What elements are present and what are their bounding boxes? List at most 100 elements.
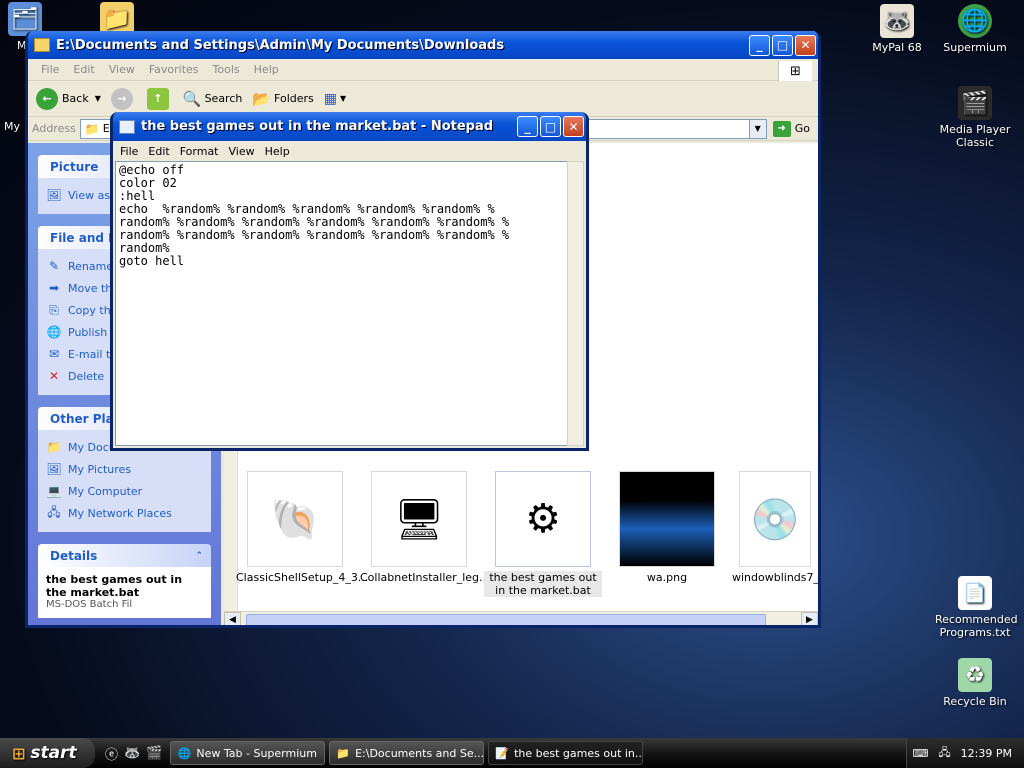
scroll-right-chevron-icon[interactable]: ▶ xyxy=(801,611,818,625)
back-button[interactable]: ← Back ▼ xyxy=(36,87,101,110)
explorer-menubar: File Edit View Favorites Tools Help xyxy=(28,59,818,81)
notepad-icon: 📝 xyxy=(495,746,510,760)
network-icon[interactable]: 🖧 xyxy=(938,744,950,763)
up-folder-icon: ↑ xyxy=(146,87,169,110)
address-dropdown-chevron-icon[interactable]: ▼ xyxy=(748,119,766,138)
details-panel: Details ⌃ the best games out in the mark… xyxy=(38,544,211,618)
desktop-icon-mypal[interactable]: 🦝 MyPal 68 xyxy=(857,4,937,54)
notepad-text-area[interactable]: @echo off color 02 :hell echo %random% %… xyxy=(115,161,570,446)
globe-icon: 🌐 xyxy=(46,325,62,339)
scroll-left-chevron-icon[interactable]: ◀ xyxy=(224,611,241,625)
rename-icon: ✎ xyxy=(48,259,60,273)
chevron-down-icon: ▼ xyxy=(340,94,347,103)
menu-help[interactable]: Help xyxy=(247,63,286,76)
desktop-icon-media-player-classic[interactable]: 🎬 Media Player Classic xyxy=(935,86,1015,149)
menu-tools[interactable]: Tools xyxy=(206,63,247,76)
menu-favorites[interactable]: Favorites xyxy=(142,63,206,76)
search-button[interactable]: 🔍 Search xyxy=(183,90,242,108)
menu-edit[interactable]: Edit xyxy=(66,63,101,76)
image-file-icon xyxy=(619,471,715,567)
media-player-classic-icon[interactable]: 🎬 xyxy=(146,746,162,761)
my-pictures-icon: 🖼 xyxy=(46,462,62,476)
supermium-icon: 🌐 xyxy=(958,4,992,38)
scrollbar-thumb[interactable] xyxy=(246,613,766,625)
folder-icon: 📁 xyxy=(84,121,100,136)
vertical-scrollbar[interactable] xyxy=(567,161,584,446)
views-button[interactable]: ▦ ▼ xyxy=(324,91,346,107)
search-icon: 🔍 xyxy=(182,89,202,108)
clock[interactable]: 12:39 PM xyxy=(961,747,1012,760)
menu-view[interactable]: View xyxy=(224,145,260,158)
notepad-menubar: File Edit Format View Help xyxy=(113,141,586,161)
my-pictures-link[interactable]: 🖼 My Pictures xyxy=(46,458,203,480)
my-documents-icon: 📁 xyxy=(46,440,62,454)
menu-help[interactable]: Help xyxy=(260,145,295,158)
back-arrow-icon: ← xyxy=(36,87,58,110)
recycle-bin-icon: ♻ xyxy=(958,658,992,692)
desktop-icon-recycle-bin[interactable]: ♻ Recycle Bin xyxy=(935,658,1015,708)
media-player-classic-icon: 🎬 xyxy=(958,86,992,120)
menu-format[interactable]: Format xyxy=(175,145,224,158)
explorer-title: E:\Documents and Settings\Admin\My Docum… xyxy=(56,37,505,53)
quick-launch: ⓔ 🦝 🎬 xyxy=(105,744,162,763)
browser-icon[interactable]: ⓔ xyxy=(105,744,118,763)
details-header[interactable]: Details ⌃ xyxy=(38,544,211,567)
file-item-selected[interactable]: ⚙ the best games out in the market.bat xyxy=(484,471,602,597)
text-file-icon: 📄 xyxy=(958,576,992,610)
forward-button[interactable]: → xyxy=(110,87,137,110)
close-button[interactable]: ✕ xyxy=(795,34,816,56)
folder-icon: 📁 xyxy=(336,746,351,760)
close-button[interactable]: ✕ xyxy=(563,116,584,137)
horizontal-scrollbar[interactable]: ◀ ▶ xyxy=(224,611,818,625)
my-computer-icon: 💻 xyxy=(46,484,62,498)
slideshow-icon: 🖼 xyxy=(46,188,62,202)
go-button[interactable]: ➜ Go xyxy=(772,120,810,137)
system-tray: ⌨ 🖧 12:39 PM xyxy=(906,738,1024,768)
file-item[interactable]: wa.png xyxy=(608,471,726,584)
taskbar-item-explorer[interactable]: 📁 E:\Documents and Se... xyxy=(329,741,485,765)
notepad-icon xyxy=(119,119,135,134)
notepad-title: the best games out in the market.bat - N… xyxy=(141,119,494,134)
minimize-button[interactable]: _ xyxy=(517,116,538,137)
file-item[interactable]: 🖥 CollabnetInstaller_leg... xyxy=(360,471,490,584)
menu-file[interactable]: File xyxy=(34,63,66,76)
taskbar-item-notepad[interactable]: 📝 the best games out in... xyxy=(488,741,644,765)
maximize-button[interactable]: □ xyxy=(772,34,793,56)
address-label: Address xyxy=(32,122,76,135)
file-item[interactable]: 🐚 ClassicShellSetup_4_3... xyxy=(236,471,368,584)
my-network-places-link[interactable]: 🖧 My Network Places xyxy=(46,502,203,524)
my-computer-link[interactable]: 💻 My Computer xyxy=(46,480,203,502)
maximize-button[interactable]: □ xyxy=(540,116,561,137)
shell-icon: 🐚 xyxy=(247,471,343,567)
notepad-titlebar[interactable]: the best games out in the market.bat - N… xyxy=(113,112,586,141)
menu-file[interactable]: File xyxy=(115,145,143,158)
up-folder-button[interactable]: ↑ xyxy=(146,87,173,110)
delete-icon: ✕ xyxy=(48,369,60,383)
folder-icon xyxy=(34,38,50,52)
keyboard-icon[interactable]: ⌨ xyxy=(913,747,929,760)
copy-icon: ⎘ xyxy=(49,302,59,317)
desktop-icon-supermium[interactable]: 🌐 Supermium xyxy=(935,4,1015,54)
minimize-button[interactable]: _ xyxy=(749,34,770,56)
file-item[interactable]: 💿 windowblinds7_pu xyxy=(732,471,818,584)
mypal-icon[interactable]: 🦝 xyxy=(124,746,140,761)
start-button[interactable]: ⊞ start xyxy=(0,738,95,768)
chevron-down-icon: ▼ xyxy=(94,94,101,103)
desktop-icon-recommended-programs[interactable]: 📄 Recommended Programs.txt xyxy=(935,576,1018,639)
windows-flag-icon: ⊞ xyxy=(12,743,26,763)
forward-arrow-icon: → xyxy=(110,87,133,110)
explorer-titlebar[interactable]: E:\Documents and Settings\Admin\My Docum… xyxy=(28,31,818,59)
desktop-icon-my-computer[interactable]: My xyxy=(0,120,24,133)
collapse-chevron-icon[interactable]: ⌃ xyxy=(195,551,203,561)
details-filename: the best games out in the market.bat xyxy=(46,573,183,599)
supermium-icon: 🌐 xyxy=(177,746,192,760)
taskbar-item-supermium[interactable]: 🌐 New Tab - Supermium xyxy=(170,741,326,765)
folders-icon: 📂 xyxy=(252,89,272,108)
notepad-window[interactable]: the best games out in the market.bat - N… xyxy=(110,112,589,451)
menu-edit[interactable]: Edit xyxy=(143,145,174,158)
email-icon: ✉ xyxy=(48,347,60,361)
taskbar: ⊞ start ⓔ 🦝 🎬 🌐 New Tab - Supermium 📁 E:… xyxy=(0,738,1024,768)
menu-view[interactable]: View xyxy=(102,63,142,76)
folders-button[interactable]: 📂 Folders xyxy=(252,90,313,108)
details-filetype: MS-DOS Batch Fil xyxy=(46,599,133,610)
